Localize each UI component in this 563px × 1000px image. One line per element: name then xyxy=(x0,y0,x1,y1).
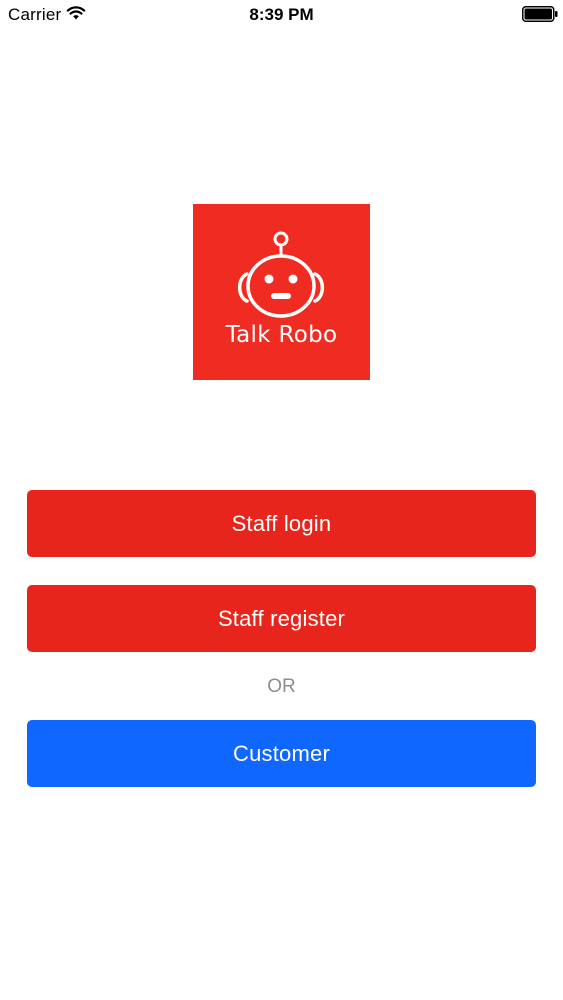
battery-icon xyxy=(522,6,558,22)
staff-register-button[interactable]: Staff register xyxy=(27,585,536,652)
robot-icon xyxy=(237,231,325,318)
logo-title: Talk Robo xyxy=(225,322,338,348)
customer-button[interactable]: Customer xyxy=(27,720,536,787)
status-time: 8:39 PM xyxy=(249,5,314,24)
app-logo: Talk Robo xyxy=(193,204,370,380)
status-bar: Carrier 8:39 PM xyxy=(0,0,563,30)
staff-login-button[interactable]: Staff login xyxy=(27,490,536,557)
or-separator: OR xyxy=(267,676,296,697)
